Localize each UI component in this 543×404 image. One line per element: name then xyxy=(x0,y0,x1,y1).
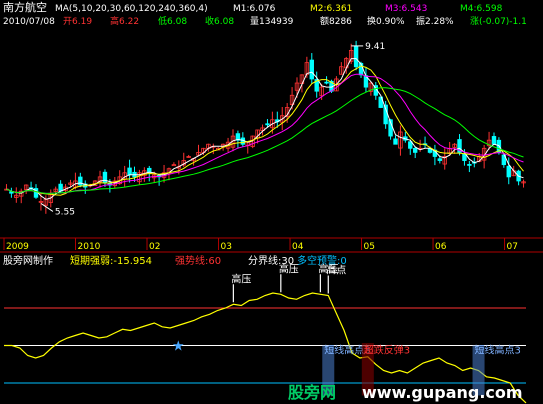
ma-label: MA(5,10,20,30,60,120,240,360,4) xyxy=(55,4,208,14)
candle-body xyxy=(353,45,359,68)
quote-amount: 额8286 xyxy=(320,15,352,27)
candle-body xyxy=(265,123,270,126)
ma2-line xyxy=(6,65,524,196)
time-tick-label: 03 xyxy=(221,242,232,252)
signal-label: 短线高点3 xyxy=(475,344,521,357)
watermark-cn: 股旁网 xyxy=(288,383,336,402)
time-tick-label: 2009 xyxy=(6,242,29,252)
candle-body xyxy=(506,165,511,178)
signal-label: 高压 xyxy=(231,272,251,285)
high-label: 9.41 xyxy=(365,42,385,52)
candle-body xyxy=(58,183,63,192)
ma3-line xyxy=(6,73,524,194)
time-tick-label: 05 xyxy=(364,242,375,252)
low-label: 5.55 xyxy=(55,207,75,217)
time-tick-label: 02 xyxy=(149,242,160,252)
signal-label: 高压 xyxy=(279,262,299,275)
quote-open: 开6.19 xyxy=(63,16,92,27)
chart-canvas[interactable]: 南方航空 MA(5,10,20,30,60,120,240,360,4) M1:… xyxy=(0,0,543,404)
time-tick-label: 06 xyxy=(435,242,447,252)
ma-m4-label: M4:6.598 xyxy=(460,4,503,14)
candle-body xyxy=(467,163,472,166)
indicator-panel: ★高压高压 高压高点短线高点3超跌反弹3 短线高点3 xyxy=(4,262,527,404)
time-tick-label: 07 xyxy=(507,242,518,252)
ma1-line xyxy=(6,58,524,200)
ma4-line xyxy=(6,87,524,194)
candle-body xyxy=(491,136,497,145)
quote-change: 涨(-0.07)-1.1 xyxy=(470,16,527,27)
watermark-url: www.gupang.com xyxy=(362,383,523,402)
quote-high: 高6.22 xyxy=(110,15,139,27)
candle-body xyxy=(324,81,329,84)
candle-body xyxy=(462,153,467,161)
candle-body xyxy=(393,138,398,145)
stock-name: 南方航空 xyxy=(3,0,47,14)
ma-m2-label: M2:6.361 xyxy=(310,4,352,14)
indicator-strong-line: 强势线:60 xyxy=(175,254,221,267)
quote-low: 低6.08 xyxy=(158,15,187,27)
ma-m3-label: M3:6.543 xyxy=(385,4,427,14)
indicator-author: 股旁网制作 xyxy=(3,254,53,267)
signal-label: 高点 xyxy=(326,264,346,277)
quote-amplitude: 振2.28% xyxy=(416,15,454,27)
ma-m1-label: M1:6.076 xyxy=(233,4,276,14)
quote-close: 收6.08 xyxy=(205,15,234,27)
time-axis: 2009 2010 02 03 04 05 06 07 xyxy=(3,238,518,252)
indicator-strength: 短期强弱:-15.954 xyxy=(70,254,152,267)
stock-chart-window: 南方航空 MA(5,10,20,30,60,120,240,360,4) M1:… xyxy=(0,0,543,404)
candle-body xyxy=(102,171,108,184)
candle-body xyxy=(309,59,314,80)
quote-turnover: 换0.90% xyxy=(367,15,405,27)
signal-label: 超跌反弹3 xyxy=(364,344,410,357)
quote-date: 2010/07/08 xyxy=(3,17,55,27)
candle-body xyxy=(412,148,418,153)
candle-body xyxy=(171,164,177,167)
candle-body xyxy=(437,158,443,161)
candle-body xyxy=(127,167,132,176)
quote-volume: 量134939 xyxy=(250,16,294,27)
star-icon: ★ xyxy=(172,339,185,355)
time-tick-label: 2010 xyxy=(78,242,101,252)
price-panel: 9.41 5.55 xyxy=(4,40,526,217)
time-tick-label: 04 xyxy=(292,242,304,252)
